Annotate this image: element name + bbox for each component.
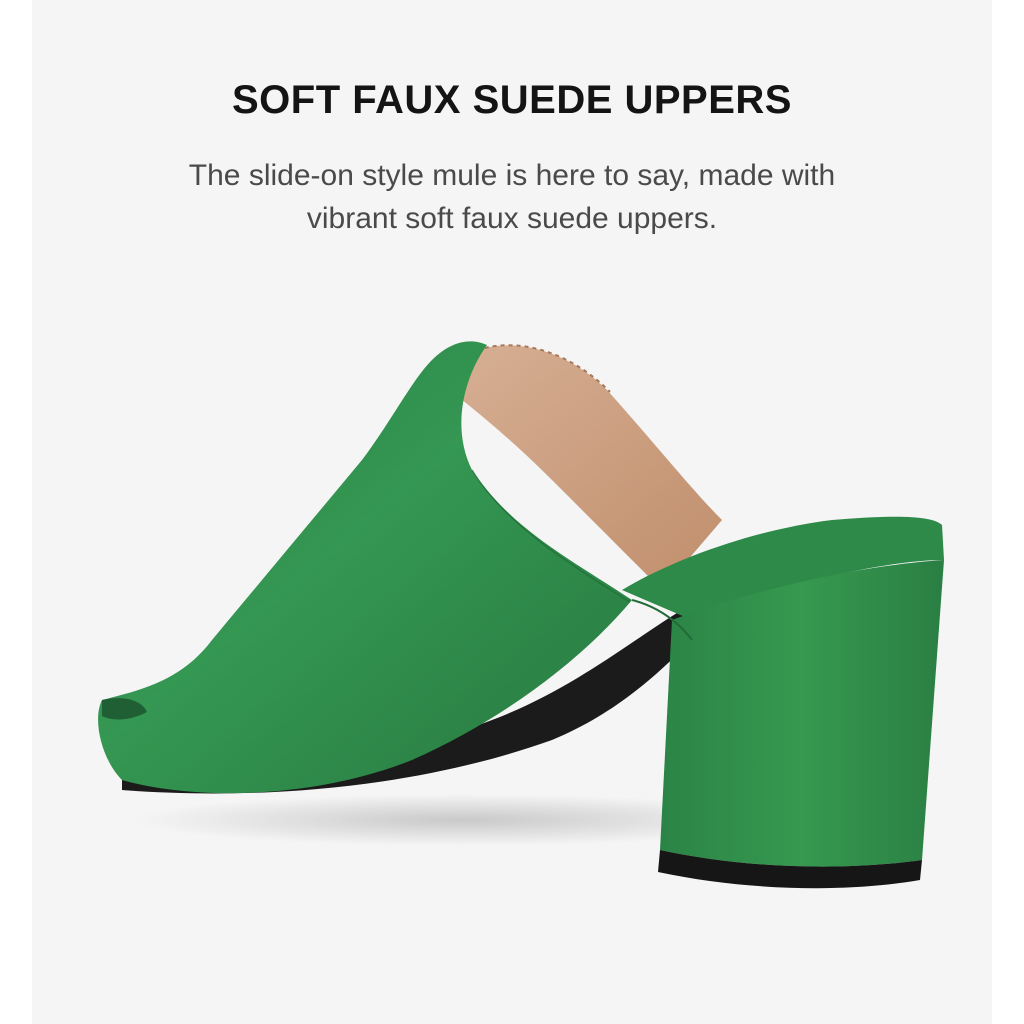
product-image [98,341,944,889]
feature-panel: SOFT FAUX SUEDE UPPERS The slide-on styl… [32,0,992,1024]
